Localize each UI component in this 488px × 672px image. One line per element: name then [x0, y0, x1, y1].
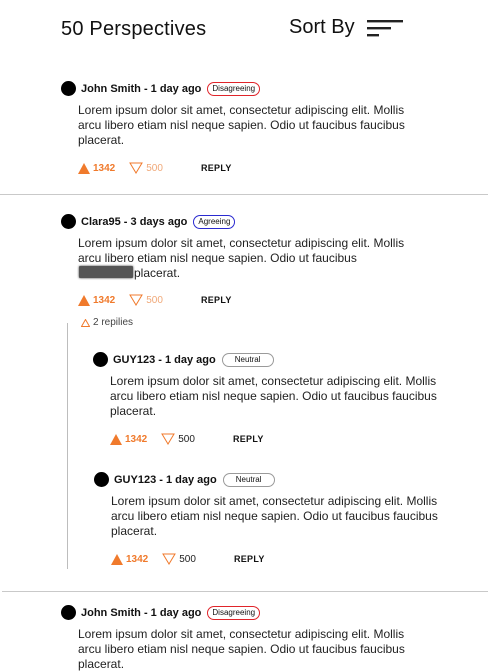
comment-body: Lorem ipsum dolor sit amet, consectetur …: [78, 103, 405, 147]
stance-badge: Disagreeing: [207, 81, 261, 96]
redacted-word: [79, 266, 133, 278]
replies-count: 2 repilies: [93, 317, 134, 328]
comment-actions: 1342 500 REPLY: [78, 294, 232, 306]
upvote-button[interactable]: 1342: [78, 162, 116, 174]
comment-body-text-end: placerat.: [134, 266, 181, 280]
avatar[interactable]: [61, 214, 76, 229]
upvote-count: 1342: [93, 294, 116, 306]
comment-body: Lorem ipsum dolor sit amet, consectetur …: [78, 627, 405, 671]
sort-by-button[interactable]: Sort By: [289, 16, 405, 39]
upvote-triangle-icon: [78, 162, 90, 174]
comment: John Smith - 1 day ago Disagreeing Lorem…: [61, 605, 481, 671]
stance-badge: Agreeing: [193, 214, 236, 229]
downvote-count: 500: [146, 162, 163, 174]
comment: John Smith - 1 day ago Disagreeing Lorem…: [61, 81, 481, 181]
stance-badge: Neutral: [221, 352, 274, 367]
comment-header: John Smith - 1 day ago Disagreeing: [61, 605, 261, 620]
downvote-button[interactable]: 500: [129, 162, 163, 174]
comment: Clara95 - 3 days ago Agreeing Lorem ipsu…: [61, 214, 481, 334]
page-title: 50 Perspectives: [61, 18, 207, 40]
reply-button[interactable]: REPLY: [201, 295, 232, 305]
comment-author[interactable]: Clara95 - 3 days ago: [81, 216, 187, 228]
upvote-count: 1342: [126, 553, 149, 565]
downvote-button[interactable]: 500: [162, 553, 196, 565]
page-header: 50 Perspectives Sort By: [0, 0, 488, 60]
replies-toggle[interactable]: 2 repilies: [81, 317, 133, 328]
comment-header: John Smith - 1 day ago Disagreeing: [61, 81, 261, 96]
comment-header: Clara95 - 3 days ago Agreeing: [61, 214, 236, 229]
comment-actions: 1342 500 REPLY: [78, 162, 232, 174]
downvote-button[interactable]: 500: [129, 294, 163, 306]
avatar[interactable]: [94, 472, 109, 487]
downvote-count: 500: [146, 294, 163, 306]
downvote-count: 500: [178, 433, 195, 445]
downvote-count: 500: [179, 553, 196, 565]
reply-comment: GUY123 - 1 day ago Neutral Lorem ipsum d…: [94, 472, 484, 572]
comment-body: Lorem ipsum dolor sit amet, consectetur …: [110, 374, 437, 418]
sort-lines-icon: [366, 19, 403, 36]
reply-button[interactable]: REPLY: [234, 554, 265, 564]
stance-badge: Neutral: [222, 472, 275, 487]
thread-line: [67, 323, 68, 569]
downvote-button[interactable]: 500: [161, 433, 195, 445]
comment-author[interactable]: GUY123 - 1 day ago: [114, 474, 217, 486]
comment-actions: 1342 500 REPLY: [111, 553, 265, 565]
reply-comment: GUY123 - 1 day ago Neutral Lorem ipsum d…: [93, 352, 483, 452]
reply-button[interactable]: REPLY: [233, 434, 264, 444]
replies-triangle-icon: [81, 318, 90, 327]
comment-author[interactable]: GUY123 - 1 day ago: [113, 354, 216, 366]
comment-divider: [2, 591, 488, 592]
upvote-button[interactable]: 1342: [111, 553, 149, 565]
comment-actions: 1342 500 REPLY: [110, 433, 264, 445]
comment-author[interactable]: John Smith - 1 day ago: [81, 607, 201, 619]
sort-by-label: Sort By: [289, 16, 355, 38]
downvote-triangle-icon: [162, 553, 177, 565]
avatar[interactable]: [61, 81, 76, 96]
comment-body: Lorem ipsum dolor sit amet, consectetur …: [111, 494, 438, 538]
upvote-count: 1342: [125, 433, 148, 445]
comment-body: Lorem ipsum dolor sit amet, consectetur …: [78, 236, 408, 281]
downvote-triangle-icon: [129, 162, 144, 174]
upvote-triangle-icon: [78, 294, 90, 306]
reply-button[interactable]: REPLY: [201, 163, 232, 173]
avatar[interactable]: [61, 605, 76, 620]
stance-badge: Disagreeing: [207, 605, 261, 620]
upvote-button[interactable]: 1342: [110, 433, 148, 445]
comment-header: GUY123 - 1 day ago Neutral: [94, 472, 275, 487]
downvote-triangle-icon: [161, 433, 176, 445]
upvote-count: 1342: [93, 162, 116, 174]
upvote-triangle-icon: [111, 553, 123, 565]
upvote-triangle-icon: [110, 433, 122, 445]
comment-header: GUY123 - 1 day ago Neutral: [93, 352, 274, 367]
comment-divider: [0, 194, 488, 195]
downvote-triangle-icon: [129, 294, 144, 306]
avatar[interactable]: [93, 352, 108, 367]
upvote-button[interactable]: 1342: [78, 294, 116, 306]
comment-body-text: Lorem ipsum dolor sit amet, consectetur …: [78, 236, 405, 265]
comment-author[interactable]: John Smith - 1 day ago: [81, 83, 201, 95]
